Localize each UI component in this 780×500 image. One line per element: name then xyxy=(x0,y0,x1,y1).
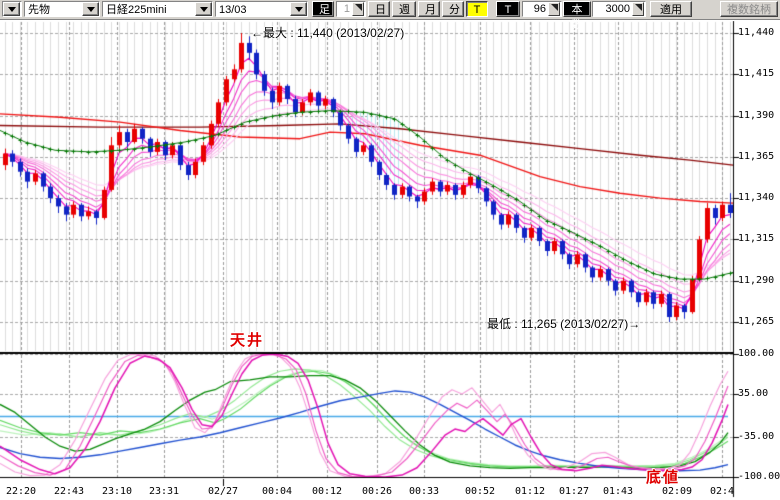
spinner-icon[interactable] xyxy=(632,2,644,16)
time-axis-label: 23:10 xyxy=(93,486,141,497)
toolbar: 先物 日経225mini 13/03 足 1 日 週 月 分 T T 96 本数… xyxy=(0,0,780,20)
tick-mode-button[interactable]: T xyxy=(466,1,488,17)
spinner-icon[interactable] xyxy=(352,2,364,16)
min-annotation: 最低 : 11,265 (2013/02/27)→ xyxy=(487,315,640,332)
apply-button[interactable]: 適用 xyxy=(650,1,692,17)
period-minute-button[interactable]: 分 xyxy=(442,1,464,17)
time-axis-label: 02:4 xyxy=(698,486,746,497)
bar-interval-field[interactable]: 1 xyxy=(336,1,366,17)
price-axis-label: 11,440 xyxy=(738,27,774,38)
price-axis-label: 11,290 xyxy=(738,275,774,286)
time-axis-label: 01:12 xyxy=(506,486,554,497)
period-month-button[interactable]: 月 xyxy=(418,1,440,17)
oscillator-axis-label: -100.00 xyxy=(738,471,780,482)
bar-count-button[interactable]: 本数 xyxy=(563,1,591,17)
chevron-down-icon[interactable] xyxy=(195,2,212,16)
time-axis-label: 02:09 xyxy=(653,486,701,497)
contract-value: 13/03 xyxy=(216,2,290,16)
time-axis-label: 01:43 xyxy=(594,486,642,497)
time-axis-label: 02/27 xyxy=(199,486,247,497)
time-axis-label: 22:20 xyxy=(0,486,45,497)
bottom-marker: 底値 xyxy=(646,466,680,487)
period-day-button[interactable]: 日 xyxy=(368,1,390,17)
bar-type-button[interactable]: 足 xyxy=(312,1,334,17)
time-axis-label: 00:12 xyxy=(303,486,351,497)
contract-select[interactable]: 13/03 xyxy=(215,1,308,17)
price-axis-label: 11,390 xyxy=(738,110,774,121)
time-axis-label: 01:27 xyxy=(550,486,598,497)
chart-plot[interactable] xyxy=(0,0,780,500)
category-select[interactable]: 先物 xyxy=(24,1,100,17)
time-axis-label: 00:33 xyxy=(400,486,448,497)
price-axis-label: 11,415 xyxy=(738,68,774,79)
multi-symbol-button[interactable]: 複数銘柄 xyxy=(720,1,778,17)
category-value: 先物 xyxy=(25,2,82,16)
chevron-down-icon[interactable] xyxy=(3,2,20,16)
chevron-down-icon[interactable] xyxy=(82,2,99,16)
chevron-down-icon[interactable] xyxy=(290,2,307,16)
symbol-value: 日経225mini xyxy=(103,2,195,16)
tick-count-field[interactable]: 96 xyxy=(522,1,562,17)
bar-count-field[interactable]: 3000 xyxy=(592,1,646,17)
bar-interval-value: 1 xyxy=(342,2,352,17)
oscillator-axis-label: -35.00 xyxy=(738,431,774,442)
symbol-select[interactable]: 日経225mini xyxy=(102,1,213,17)
oscillator-axis-label: 35.00 xyxy=(738,388,768,399)
price-axis-label: 11,315 xyxy=(738,233,774,244)
tick-count-value: 96 xyxy=(532,2,548,17)
tick-count-button[interactable]: T xyxy=(496,1,520,17)
time-axis-label: 00:04 xyxy=(253,486,301,497)
ceiling-marker: 天井 xyxy=(230,329,264,350)
collapsed-combo[interactable] xyxy=(2,1,22,17)
price-axis-label: 11,265 xyxy=(738,316,774,327)
chart-window: 先物 日経225mini 13/03 足 1 日 週 月 分 T T 96 本数… xyxy=(0,0,780,500)
time-axis-label: 00:26 xyxy=(353,486,401,497)
spinner-icon[interactable] xyxy=(548,2,560,16)
price-axis-label: 11,365 xyxy=(738,151,774,162)
time-axis-label: 23:31 xyxy=(140,486,188,497)
time-axis-label: 22:43 xyxy=(45,486,93,497)
bar-count-value: 3000 xyxy=(604,2,632,17)
oscillator-axis-label: 100.00 xyxy=(738,348,774,359)
price-axis-label: 11,340 xyxy=(738,192,774,203)
period-week-button[interactable]: 週 xyxy=(392,1,416,17)
max-annotation: ←最大 : 11,440 (2013/02/27) xyxy=(251,24,404,41)
time-axis-label: 00:52 xyxy=(456,486,504,497)
